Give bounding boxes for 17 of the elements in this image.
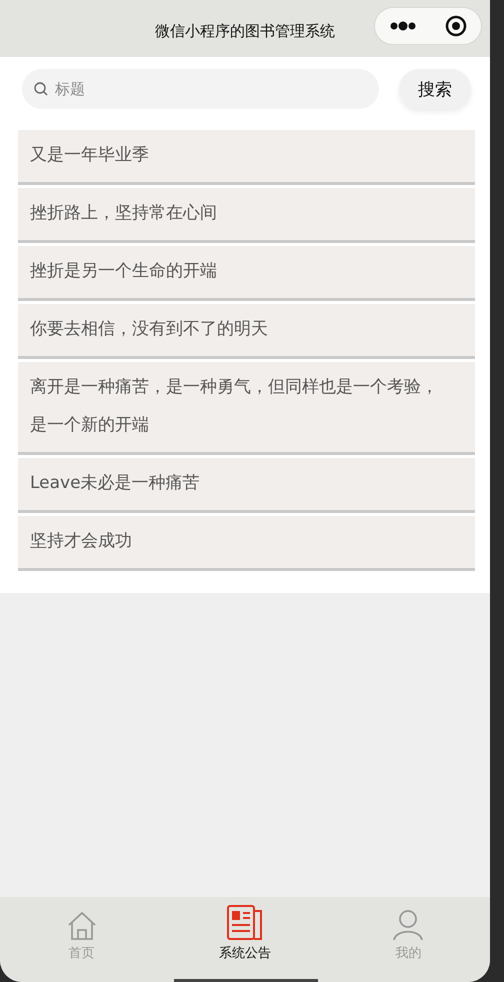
- notice-item[interactable]: 又是一年毕业季: [18, 130, 475, 185]
- notice-item[interactable]: 挫折是另一个生命的开端: [18, 246, 475, 301]
- newspaper-icon: [226, 905, 263, 941]
- search-icon: [34, 82, 48, 96]
- notice-item[interactable]: 你要去相信，没有到不了的明天: [18, 304, 475, 359]
- user-icon: [393, 909, 424, 941]
- notice-item[interactable]: 离开是一种痛苦，是一种勇气，但同样也是一个考验，是一个新的开端: [18, 362, 475, 455]
- notice-item[interactable]: 挫折路上，坚持常在心间: [18, 188, 475, 243]
- notice-item[interactable]: Leave未必是一种痛苦: [18, 458, 475, 513]
- more-icon[interactable]: [390, 21, 416, 31]
- capsule-control[interactable]: [374, 7, 482, 45]
- window-title: 微信小程序的图书管理系统: [155, 22, 335, 41]
- search-button[interactable]: 搜索: [399, 69, 471, 109]
- tab[interactable]: 系统公告: [163, 897, 327, 962]
- search-field[interactable]: 标题: [22, 69, 379, 109]
- notice-item[interactable]: 坚持才会成功: [18, 516, 475, 571]
- home-icon: [66, 911, 97, 941]
